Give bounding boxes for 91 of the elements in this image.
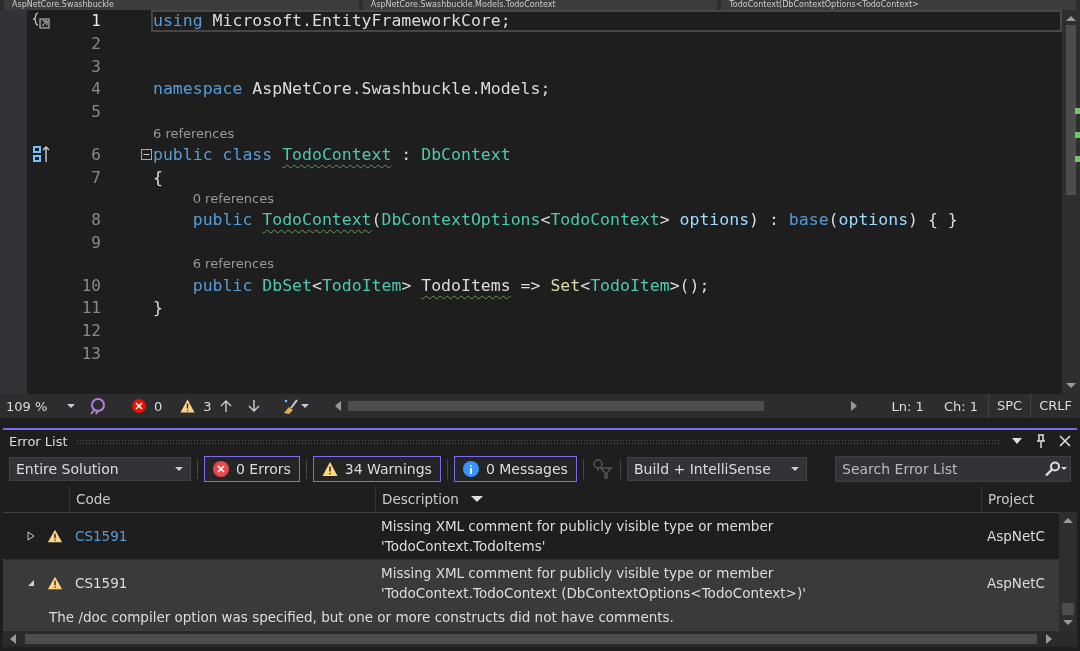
- scroll-thumb[interactable]: [1062, 603, 1074, 615]
- class-hierarchy-icon: [32, 144, 50, 165]
- error-icon: [213, 461, 229, 477]
- warning-icon: [180, 399, 196, 413]
- caret-icon: [789, 465, 800, 473]
- horizontal-scrollbar[interactable]: [3, 631, 1077, 647]
- code-line: namespace AspNetCore.Swashbuckle.Models;: [153, 79, 551, 99]
- caret-icon: [66, 402, 76, 410]
- error-icon: [132, 399, 146, 413]
- line-number: 6: [90, 144, 101, 164]
- expanded-icon[interactable]: [27, 579, 35, 587]
- collapse-icon[interactable]: [141, 148, 152, 160]
- caret-icon: [174, 465, 184, 473]
- line-number: 3: [90, 56, 101, 76]
- line-number: 9: [90, 232, 101, 252]
- code-line: using Microsoft.EntityFrameworkCore;: [153, 11, 511, 31]
- code-line: }: [153, 298, 163, 318]
- panel-title: Error List: [9, 433, 68, 449]
- line-number: 5: [90, 102, 101, 122]
- project-name: AspNetC: [986, 575, 1046, 591]
- error-detail: The /doc compiler option was specified, but one or more constructs did not have comments.: [48, 608, 675, 627]
- scroll-left-icon: [333, 400, 342, 412]
- arrow-up-icon[interactable]: [219, 399, 232, 413]
- sort-caret-icon: [470, 495, 483, 503]
- collapsed-icon[interactable]: [27, 531, 35, 541]
- whitespace-indicator[interactable]: SPC: [988, 394, 1031, 418]
- line-number: 10: [80, 275, 101, 295]
- error-row[interactable]: [3, 560, 1059, 631]
- navigation-dropdown[interactable]: AspNetCore.Swashbuckle: [4, 0, 359, 10]
- error-code-link[interactable]: CS1591: [69, 528, 375, 544]
- line-number: 1: [90, 11, 101, 31]
- column-header[interactable]: Code: [69, 486, 375, 512]
- warning-count[interactable]: 3: [180, 398, 212, 414]
- close-icon[interactable]: [1059, 435, 1071, 447]
- codelens-link[interactable]: 6 references: [192, 256, 274, 272]
- scroll-down-icon: [1062, 619, 1074, 627]
- pin-icon[interactable]: [1035, 434, 1047, 448]
- warning-icon: [321, 461, 338, 477]
- line-number: 2: [90, 34, 101, 54]
- line-ending-indicator[interactable]: CRLF: [1030, 394, 1080, 418]
- line-number: 11: [80, 298, 101, 318]
- filter-icon: [591, 459, 612, 479]
- navigation-dropdown[interactable]: TodoContext(DbContextOptions<TodoContext>: [721, 0, 1076, 10]
- arrow-down-icon[interactable]: [247, 399, 260, 413]
- scroll-thumb[interactable]: [25, 634, 1037, 644]
- zoom-dropdown[interactable]: 109 %: [0, 398, 80, 414]
- scope-dropdown[interactable]: Entire Solution: [9, 457, 191, 481]
- code-line: public TodoContext(DbContextOptions<TodoContext> options) : base(options) { }: [191, 210, 958, 230]
- caret-icon[interactable]: [1011, 436, 1023, 446]
- error-description: Missing XML comment for publicly visible type or member 'TodoContext.TodoContext (DbContextOptions<TodoContext>)': [380, 564, 807, 603]
- scroll-up-icon: [1062, 516, 1074, 524]
- scroll-right-icon: [849, 400, 858, 412]
- scroll-up-icon: [1065, 13, 1077, 22]
- change-marker: [1075, 107, 1080, 114]
- line-number: 8: [90, 210, 101, 230]
- line-number: 13: [80, 343, 101, 363]
- error-code: CS1591: [74, 575, 129, 591]
- line-number: 4: [90, 79, 101, 99]
- codelens-link[interactable]: 0 references: [192, 190, 274, 206]
- error-count[interactable]: 0: [132, 398, 163, 414]
- scroll-thumb[interactable]: [1066, 24, 1076, 195]
- source-dropdown[interactable]: Build + IntelliSense: [626, 457, 807, 481]
- brush-icon[interactable]: [281, 397, 310, 415]
- change-marker: [1075, 155, 1080, 162]
- vertical-scrollbar[interactable]: [1062, 9, 1080, 394]
- column-indicator: Ch: 1: [942, 398, 979, 414]
- scroll-thumb[interactable]: [347, 401, 765, 411]
- codelens-link[interactable]: 6 references: [153, 125, 235, 141]
- vertical-scrollbar[interactable]: [1059, 512, 1077, 631]
- code-line: public class TodoContext : DbContext: [153, 144, 511, 164]
- project-name: AspNetC: [986, 528, 1046, 544]
- info-icon: [462, 461, 479, 477]
- info-filter-button[interactable]: 0 Messages: [453, 456, 577, 482]
- warning-filter-button[interactable]: 34 Warnings: [312, 456, 441, 482]
- error-filter-button[interactable]: 0 Errors: [204, 456, 300, 482]
- scroll-left-icon: [9, 633, 17, 645]
- column-header[interactable]: Project: [981, 486, 1059, 512]
- code-line: {: [153, 167, 163, 187]
- line-number: 7: [90, 167, 101, 187]
- line-indicator: Ln: 1: [890, 398, 925, 414]
- line-number: 12: [80, 320, 101, 340]
- code-line: public DbSet<TodoItem> TodoItems => Set<TodoItem>();: [191, 275, 710, 295]
- warning-icon: [47, 575, 63, 591]
- scroll-down-icon: [1065, 382, 1077, 390]
- error-description: Missing XML comment for publicly visible type or member 'TodoContext.TodoItems': [380, 517, 775, 556]
- navigation-dropdown[interactable]: AspNetCore.Swashbuckle.Models.TodoContext: [362, 0, 718, 10]
- warning-icon: [47, 528, 63, 544]
- scroll-right-icon: [1045, 633, 1053, 645]
- braces-icon: [32, 10, 50, 31]
- change-marker: [1075, 131, 1080, 138]
- column-header[interactable]: Description: [375, 486, 981, 512]
